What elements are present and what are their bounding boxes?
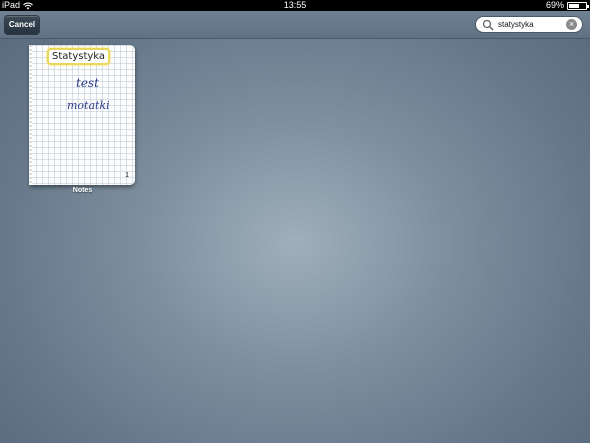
clear-icon[interactable]: ×	[566, 19, 577, 30]
search-highlight-tag: Statystyka	[47, 48, 111, 65]
search-icon	[482, 19, 494, 31]
battery-percent: 69%	[545, 0, 564, 10]
note-line-1: test	[76, 76, 99, 90]
battery-icon	[567, 1, 589, 10]
note-line-2: motatki	[67, 99, 110, 112]
battery-level	[569, 3, 579, 8]
status-bar: iPad 13:55 69%	[0, 0, 590, 11]
search-input[interactable]: statystyka	[498, 17, 534, 32]
note-label[interactable]: Notes	[30, 187, 135, 194]
torn-edge	[29, 45, 32, 185]
cancel-button[interactable]: Cancel	[4, 15, 40, 35]
search-field[interactable]: statystyka ×	[475, 16, 583, 33]
toolbar: Cancel statystyka ×	[0, 11, 590, 39]
note-thumbnail[interactable]: Statystyka test motatki 1	[29, 45, 135, 185]
page-count: 1	[125, 172, 129, 179]
clock: 13:55	[283, 0, 307, 10]
